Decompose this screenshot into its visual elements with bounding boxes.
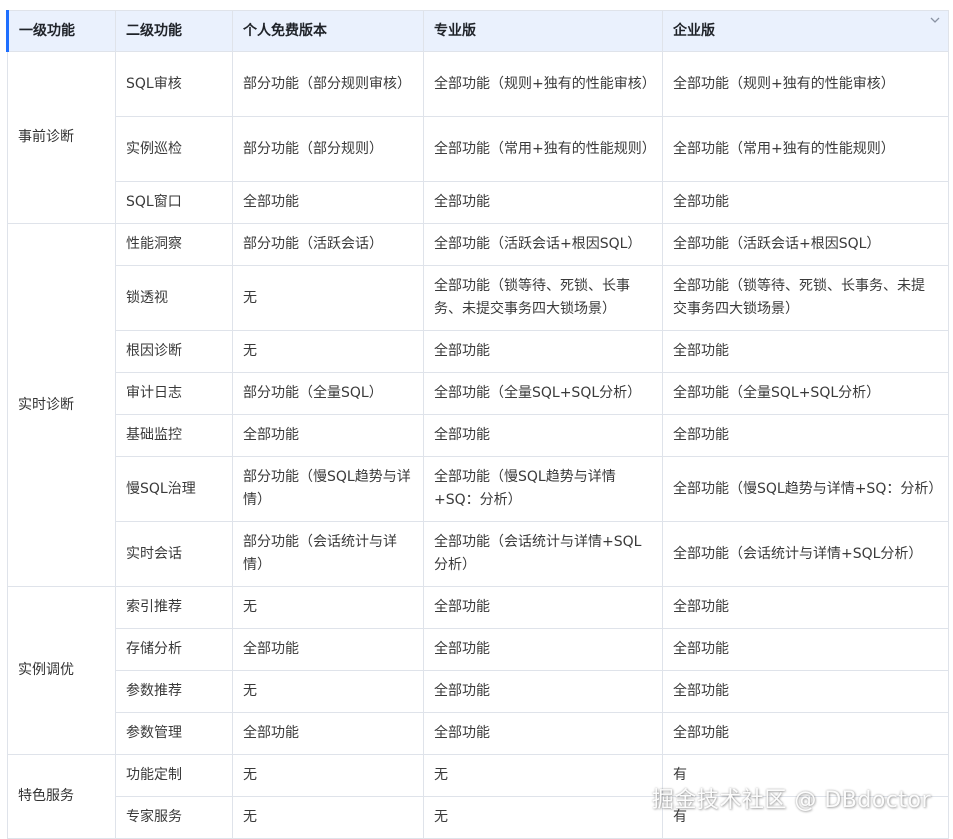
table-cell: 审计日志 bbox=[115, 372, 233, 415]
table-row: 慢SQL治理 部分功能（慢SQL趋势与详情） 全部功能（慢SQL趋势与详情+SQ… bbox=[8, 456, 949, 522]
table-cell: 全部功能 bbox=[423, 670, 663, 713]
table-cell: 无 bbox=[232, 754, 424, 797]
table-cell: 无 bbox=[232, 330, 424, 373]
table-row: 参数推荐 无 全部功能 全部功能 bbox=[8, 670, 949, 713]
table-cell: 无 bbox=[232, 796, 424, 839]
table-cell: 无 bbox=[232, 586, 424, 629]
table-cell: 全部功能（会话统计与详情+SQL分析） bbox=[662, 521, 949, 587]
table-cell: 无 bbox=[423, 796, 663, 839]
table-row: 锁透视 无 全部功能（锁等待、死锁、长事务、未提交事务四大锁场景） 全部功能（锁… bbox=[8, 265, 949, 331]
table-cell: 全部功能 bbox=[662, 628, 949, 671]
feature-comparison-table-container: 一级功能 二级功能 个人免费版本 专业版 企业版 事前诊断 SQL审核 部分功能… bbox=[6, 10, 949, 839]
header-free-edition: 个人免费版本 bbox=[232, 10, 424, 52]
table-row: 实例巡检 部分功能（部分规则） 全部功能（常用+独有的性能规则） 全部功能（常用… bbox=[8, 116, 949, 182]
table-cell: 全部功能（慢SQL趋势与详情+SQ：分析） bbox=[423, 456, 663, 522]
table-cell: 全部功能（锁等待、死锁、长事务、未提交事务四大锁场景） bbox=[423, 265, 663, 331]
table-cell: 存储分析 bbox=[115, 628, 233, 671]
table-cell: 全部功能 bbox=[232, 414, 424, 457]
table-row: 基础监控 全部功能 全部功能 全部功能 bbox=[8, 414, 949, 457]
table-cell: 部分功能（部分规则审核） bbox=[232, 51, 424, 117]
header-secondary-feature: 二级功能 bbox=[115, 10, 233, 52]
table-cell: 性能洞察 bbox=[115, 223, 233, 266]
table-cell: 专家服务 bbox=[115, 796, 233, 839]
table-cell: 全部功能 bbox=[662, 330, 949, 373]
table-cell: 全部功能 bbox=[423, 628, 663, 671]
table-cell: 慢SQL治理 bbox=[115, 456, 233, 522]
table-row: 审计日志 部分功能（全量SQL） 全部功能（全量SQL+SQL分析） 全部功能（… bbox=[8, 372, 949, 415]
table-cell: 无 bbox=[232, 670, 424, 713]
table-cell: 无 bbox=[232, 265, 424, 331]
table-cell: 全部功能 bbox=[423, 181, 663, 224]
table-cell: 无 bbox=[423, 754, 663, 797]
header-pro-edition: 专业版 bbox=[423, 10, 663, 52]
group-cell: 实例调优 bbox=[7, 586, 116, 755]
table-row: SQL窗口 全部功能 全部功能 全部功能 bbox=[8, 181, 949, 224]
table-header: 一级功能 二级功能 个人免费版本 专业版 企业版 bbox=[6, 10, 949, 52]
table-cell: 全部功能 bbox=[662, 586, 949, 629]
table-cell: 部分功能（活跃会话） bbox=[232, 223, 424, 266]
table-cell: 全部功能 bbox=[662, 414, 949, 457]
table-body: 事前诊断 SQL审核 部分功能（部分规则审核） 全部功能（规则+独有的性能审核）… bbox=[7, 51, 949, 839]
table-row: 实时会话 部分功能（会话统计与详情） 全部功能（会话统计与详情+SQL分析） 全… bbox=[8, 521, 949, 587]
table-cell: 全部功能 bbox=[423, 712, 663, 755]
table-row: 存储分析 全部功能 全部功能 全部功能 bbox=[8, 628, 949, 671]
feature-comparison-table: 一级功能 二级功能 个人免费版本 专业版 企业版 事前诊断 SQL审核 部分功能… bbox=[6, 10, 949, 839]
table-cell: 根因诊断 bbox=[115, 330, 233, 373]
table-cell: 全部功能 bbox=[232, 181, 424, 224]
table-row: 事前诊断 SQL审核 部分功能（部分规则审核） 全部功能（规则+独有的性能审核）… bbox=[7, 51, 949, 224]
table-row: 实例调优 索引推荐 无 全部功能 全部功能 bbox=[7, 586, 949, 755]
table-cell: 全部功能（规则+独有的性能审核） bbox=[423, 51, 663, 117]
table-cell: 全部功能（规则+独有的性能审核） bbox=[662, 51, 949, 117]
table-cell: 全部功能（锁等待、死锁、长事务、未提交事务四大锁场景） bbox=[662, 265, 949, 331]
table-cell: 全部功能 bbox=[232, 628, 424, 671]
header-primary-feature: 一级功能 bbox=[6, 10, 116, 52]
table-cell: 参数管理 bbox=[115, 712, 233, 755]
table-cell: 全部功能（全量SQL+SQL分析） bbox=[662, 372, 949, 415]
group-cell: 特色服务 bbox=[7, 754, 116, 839]
table-cell: 全部功能（活跃会话+根因SQL） bbox=[662, 223, 949, 266]
table-cell: 全部功能（常用+独有的性能规则） bbox=[423, 116, 663, 182]
table-cell: 全部功能（会话统计与详情+SQL分析） bbox=[423, 521, 663, 587]
header-enterprise-label: 企业版 bbox=[673, 22, 715, 39]
table-cell: 全部功能 bbox=[662, 712, 949, 755]
table-cell: 全部功能 bbox=[423, 586, 663, 629]
header-enterprise-edition: 企业版 bbox=[662, 10, 949, 52]
watermark: 掘金技术社区 @ DBdoctor bbox=[651, 788, 931, 813]
table-cell: 全部功能（常用+独有的性能规则） bbox=[662, 116, 949, 182]
table-cell: 全部功能 bbox=[423, 330, 663, 373]
header-row: 一级功能 二级功能 个人免费版本 专业版 企业版 bbox=[6, 10, 949, 52]
table-cell: 全部功能（活跃会话+根因SQL） bbox=[423, 223, 663, 266]
table-row: 实时诊断 性能洞察 部分功能（活跃会话） 全部功能（活跃会话+根因SQL） 全部… bbox=[7, 223, 949, 587]
table-cell: 全部功能 bbox=[232, 712, 424, 755]
table-cell: 参数推荐 bbox=[115, 670, 233, 713]
table-cell: 全部功能 bbox=[662, 181, 949, 224]
table-cell: 部分功能（部分规则） bbox=[232, 116, 424, 182]
chevron-down-icon[interactable] bbox=[930, 15, 940, 25]
table-cell: 索引推荐 bbox=[115, 586, 233, 629]
table-cell: 实时会话 bbox=[115, 521, 233, 587]
table-cell: 全部功能（全量SQL+SQL分析） bbox=[423, 372, 663, 415]
table-cell: 部分功能（慢SQL趋势与详情） bbox=[232, 456, 424, 522]
group-cell: 事前诊断 bbox=[7, 51, 116, 224]
table-cell: 基础监控 bbox=[115, 414, 233, 457]
table-cell: 实例巡检 bbox=[115, 116, 233, 182]
table-cell: 部分功能（全量SQL） bbox=[232, 372, 424, 415]
table-row: 参数管理 全部功能 全部功能 全部功能 bbox=[8, 712, 949, 755]
table-cell: 锁透视 bbox=[115, 265, 233, 331]
group-cell: 实时诊断 bbox=[7, 223, 116, 587]
table-cell: 全部功能（慢SQL趋势与详情+SQ：分析） bbox=[662, 456, 949, 522]
table-cell: 全部功能 bbox=[662, 670, 949, 713]
table-cell: SQL审核 bbox=[115, 51, 233, 117]
table-cell: 部分功能（会话统计与详情） bbox=[232, 521, 424, 587]
table-cell: 全部功能 bbox=[423, 414, 663, 457]
table-row: 根因诊断 无 全部功能 全部功能 bbox=[8, 330, 949, 373]
table-cell: 功能定制 bbox=[115, 754, 233, 797]
table-cell: SQL窗口 bbox=[115, 181, 233, 224]
